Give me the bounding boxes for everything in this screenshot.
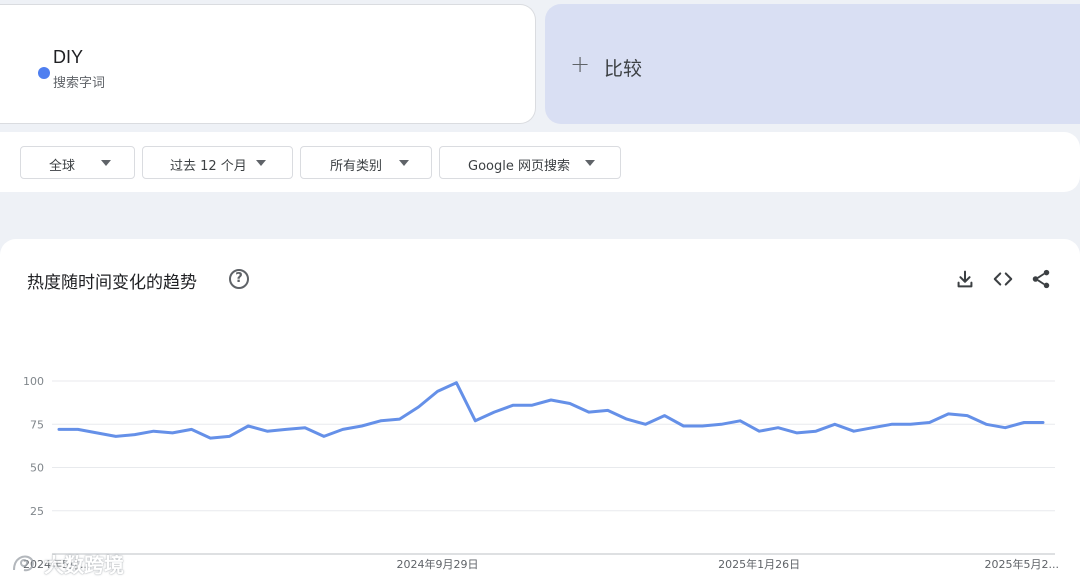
chevron-down-icon — [256, 160, 266, 166]
search-type-filter-dropdown[interactable]: Google 网页搜索 — [439, 146, 621, 179]
search-type-filter-label: Google 网页搜索 — [468, 159, 570, 174]
share-icon[interactable] — [1030, 268, 1052, 290]
search-term-subtitle: 搜索字词 — [53, 76, 106, 91]
watermark-logo-icon — [13, 555, 34, 572]
chevron-down-icon — [585, 160, 595, 166]
help-icon[interactable]: ? — [229, 269, 249, 289]
plus-icon: + — [570, 50, 591, 78]
series-color-dot — [38, 67, 50, 79]
time-range-filter-label: 过去 12 个月 — [170, 159, 247, 174]
region-filter-label: 全球 — [49, 159, 76, 174]
embed-icon[interactable] — [992, 268, 1014, 290]
compare-label: 比较 — [604, 58, 643, 80]
category-filter-dropdown[interactable]: 所有类别 — [300, 146, 432, 179]
download-icon[interactable] — [954, 268, 976, 290]
watermark: 大数跨境 — [10, 548, 124, 578]
chart-title: 热度随时间变化的趋势 — [27, 273, 197, 293]
filter-bar: 全球 过去 12 个月 所有类别 Google 网页搜索 — [0, 132, 1080, 192]
interest-over-time-card: 热度随时间变化的趋势 ? — [0, 239, 1080, 583]
region-filter-dropdown[interactable]: 全球 — [20, 146, 135, 179]
compare-button[interactable]: + 比较 — [545, 4, 1080, 124]
search-term-name[interactable]: DIY — [53, 47, 83, 68]
search-term-card[interactable]: DIY 搜索字词 — [0, 4, 536, 124]
time-range-filter-dropdown[interactable]: 过去 12 个月 — [142, 146, 293, 179]
chevron-down-icon — [399, 160, 409, 166]
category-filter-label: 所有类别 — [330, 159, 383, 174]
watermark-text: 大数跨境 — [44, 552, 124, 577]
chevron-down-icon — [101, 160, 111, 166]
